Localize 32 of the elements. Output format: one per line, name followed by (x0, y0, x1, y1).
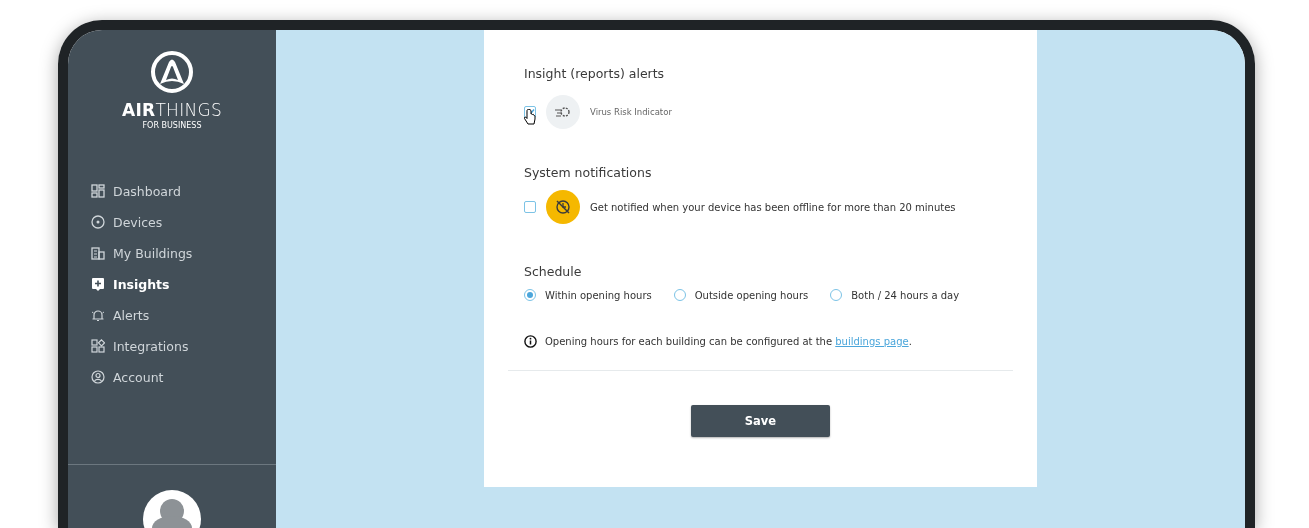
alert-label: Virus Risk Indicator (590, 107, 672, 117)
section-title: Insight (reports) alerts (524, 66, 666, 81)
nav-item[interactable]: Account (91, 366, 276, 388)
save-button[interactable]: Save (691, 405, 830, 437)
offline-icon (546, 190, 580, 224)
radio-option[interactable]: Both / 24 hours a day (830, 289, 960, 301)
nav-item[interactable]: Insights (91, 273, 276, 295)
nav-icon (91, 215, 105, 229)
notification-label: Get notified when your device has been offline for more than 20 minutes (590, 201, 956, 213)
logo-icon (150, 50, 194, 94)
nav-icon (91, 277, 105, 291)
nav-icon (91, 370, 105, 384)
radio-option[interactable]: Within opening hours (524, 289, 652, 301)
nav-item[interactable]: Dashboard (91, 180, 276, 202)
nav-item[interactable]: Devices (91, 211, 276, 233)
nav-item[interactable]: Alerts (91, 304, 276, 326)
brand-name: AIRTHINGS (121, 100, 223, 120)
nav-icon (91, 246, 105, 260)
checkbox[interactable] (524, 201, 536, 213)
hand-cursor-icon (524, 109, 536, 125)
nav-icon (91, 339, 105, 353)
info-icon (524, 335, 537, 348)
brand-tagline: FOR BUSINESS (142, 121, 202, 130)
section-title: System notifications (524, 165, 653, 180)
nav-item[interactable]: My Buildings (91, 242, 276, 264)
nav-item[interactable]: Integrations (91, 335, 276, 357)
radio-option[interactable]: Outside opening hours (673, 289, 809, 301)
nav-icon (91, 308, 105, 322)
section-title: Schedule (524, 264, 583, 279)
info-text: Opening hours for each building can be configured at the buildings page. (545, 336, 912, 347)
nav-icon (91, 184, 105, 198)
avatar-icon (143, 490, 201, 528)
